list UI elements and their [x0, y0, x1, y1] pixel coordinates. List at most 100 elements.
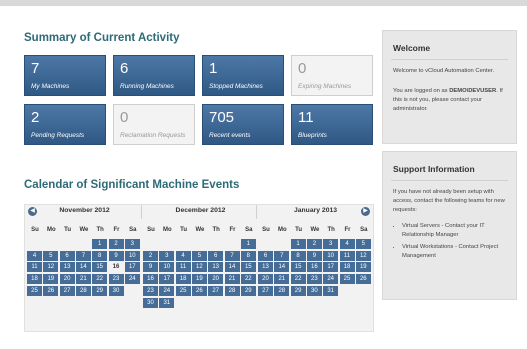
- summary-tile-expiring-machines[interactable]: 0 Expiring Machines: [291, 55, 373, 96]
- calendar-day[interactable]: 15: [290, 262, 306, 273]
- summary-tile-my-machines[interactable]: 7 My Machines: [24, 55, 106, 96]
- calendar-day[interactable]: 11: [175, 262, 191, 273]
- calendar-day[interactable]: 4: [27, 250, 42, 261]
- summary-tile-blueprints[interactable]: 11 Blueprints: [291, 104, 373, 145]
- calendar-day[interactable]: 10: [323, 250, 339, 261]
- calendar-day[interactable]: 18: [339, 262, 355, 273]
- calendar-day[interactable]: 20: [258, 274, 273, 285]
- calendar-day[interactable]: 17: [323, 262, 339, 273]
- calendar-day[interactable]: 26: [191, 285, 207, 296]
- calendar-day[interactable]: 5: [43, 250, 59, 261]
- calendar-day[interactable]: 14: [224, 262, 240, 273]
- calendar-day[interactable]: 10: [159, 262, 175, 273]
- calendar-day[interactable]: 3: [323, 239, 339, 249]
- calendar-day[interactable]: 28: [274, 285, 290, 296]
- calendar-day[interactable]: 15: [92, 262, 108, 273]
- calendar-day[interactable]: 23: [108, 274, 124, 285]
- calendar-day[interactable]: 5: [355, 239, 371, 249]
- calendar-day[interactable]: 29: [92, 285, 108, 296]
- calendar-day[interactable]: 8: [290, 250, 306, 261]
- calendar-day[interactable]: 26: [355, 274, 371, 285]
- calendar-day[interactable]: 31: [159, 297, 175, 308]
- calendar-day[interactable]: 12: [355, 250, 371, 261]
- calendar-day[interactable]: 22: [290, 274, 306, 285]
- calendar-day[interactable]: 16: [109, 262, 124, 272]
- calendar-day[interactable]: 23: [306, 274, 322, 285]
- calendar-day[interactable]: 16: [143, 274, 158, 285]
- calendar-day[interactable]: 7: [224, 250, 240, 261]
- calendar-day[interactable]: 5: [191, 250, 207, 261]
- calendar-day[interactable]: 15: [240, 262, 256, 273]
- calendar-day[interactable]: 1: [290, 239, 306, 249]
- calendar-day[interactable]: 16: [306, 262, 322, 273]
- summary-tile-stopped-machines[interactable]: 1 Stopped Machines: [202, 55, 284, 96]
- calendar-day[interactable]: 29: [290, 285, 306, 296]
- summary-tile-pending-requests[interactable]: 2 Pending Requests: [24, 104, 106, 145]
- calendar-day[interactable]: 27: [208, 285, 224, 296]
- calendar-day[interactable]: 3: [159, 250, 175, 261]
- calendar-day[interactable]: 14: [75, 262, 91, 273]
- calendar-day[interactable]: 22: [240, 274, 256, 285]
- calendar-day[interactable]: 23: [143, 285, 158, 296]
- calendar-day[interactable]: 14: [274, 262, 290, 273]
- calendar-day[interactable]: 29: [240, 285, 256, 296]
- calendar-day[interactable]: 1: [240, 239, 256, 249]
- calendar-day[interactable]: 4: [339, 239, 355, 249]
- calendar-day[interactable]: 25: [27, 285, 42, 296]
- calendar-day[interactable]: 19: [355, 262, 371, 273]
- calendar-day[interactable]: 4: [175, 250, 191, 261]
- calendar-day[interactable]: 12: [43, 262, 59, 273]
- calendar-day[interactable]: 25: [175, 285, 191, 296]
- calendar-day[interactable]: 30: [143, 297, 158, 308]
- calendar-day[interactable]: 3: [124, 239, 140, 249]
- calendar-day[interactable]: 2: [306, 239, 322, 249]
- calendar-day[interactable]: 31: [323, 285, 339, 296]
- calendar-day[interactable]: 8: [240, 250, 256, 261]
- calendar-day[interactable]: 20: [208, 274, 224, 285]
- calendar-day[interactable]: 18: [175, 274, 191, 285]
- calendar-day[interactable]: 27: [258, 285, 273, 296]
- calendar-day[interactable]: 28: [75, 285, 91, 296]
- calendar-day[interactable]: 21: [75, 274, 91, 285]
- calendar-day[interactable]: 6: [208, 250, 224, 261]
- summary-tile-reclamation-requests[interactable]: 0 Reclamation Requests: [113, 104, 195, 145]
- summary-tile-running-machines[interactable]: 6 Running Machines: [113, 55, 195, 96]
- calendar-day[interactable]: 6: [258, 250, 273, 261]
- calendar-day[interactable]: 2: [108, 239, 124, 249]
- calendar-day[interactable]: 6: [59, 250, 75, 261]
- calendar-day[interactable]: 17: [124, 262, 140, 273]
- calendar-day[interactable]: 13: [208, 262, 224, 273]
- calendar-day[interactable]: 13: [59, 262, 75, 273]
- calendar-day[interactable]: 28: [224, 285, 240, 296]
- calendar-day[interactable]: 18: [27, 274, 42, 285]
- calendar-day[interactable]: 19: [191, 274, 207, 285]
- calendar-day[interactable]: 25: [339, 274, 355, 285]
- calendar-day[interactable]: 11: [339, 250, 355, 261]
- calendar-day[interactable]: 9: [143, 262, 158, 273]
- summary-tile-recent-events[interactable]: 705 Recent events: [202, 104, 284, 145]
- calendar-day[interactable]: 9: [306, 250, 322, 261]
- calendar-day[interactable]: 1: [92, 239, 108, 249]
- calendar-day[interactable]: 17: [159, 274, 175, 285]
- calendar-day[interactable]: 13: [258, 262, 273, 273]
- calendar-day[interactable]: 24: [124, 274, 140, 285]
- calendar-day[interactable]: 24: [323, 274, 339, 285]
- calendar-day[interactable]: 22: [92, 274, 108, 285]
- calendar-day[interactable]: 21: [224, 274, 240, 285]
- calendar-day[interactable]: 10: [124, 250, 140, 261]
- calendar-day[interactable]: 30: [306, 285, 322, 296]
- calendar-day[interactable]: 2: [143, 250, 158, 261]
- calendar-day[interactable]: 7: [75, 250, 91, 261]
- calendar-day[interactable]: 9: [108, 250, 124, 261]
- calendar-day[interactable]: 19: [43, 274, 59, 285]
- calendar-day[interactable]: 21: [274, 274, 290, 285]
- calendar-day[interactable]: 8: [92, 250, 108, 261]
- calendar-day[interactable]: 30: [108, 285, 124, 296]
- calendar-day[interactable]: 24: [159, 285, 175, 296]
- calendar-day[interactable]: 26: [43, 285, 59, 296]
- calendar-day[interactable]: 11: [27, 262, 42, 273]
- calendar-day[interactable]: 27: [59, 285, 75, 296]
- calendar-day[interactable]: 20: [59, 274, 75, 285]
- calendar-day[interactable]: 7: [274, 250, 290, 261]
- calendar-day[interactable]: 12: [191, 262, 207, 273]
